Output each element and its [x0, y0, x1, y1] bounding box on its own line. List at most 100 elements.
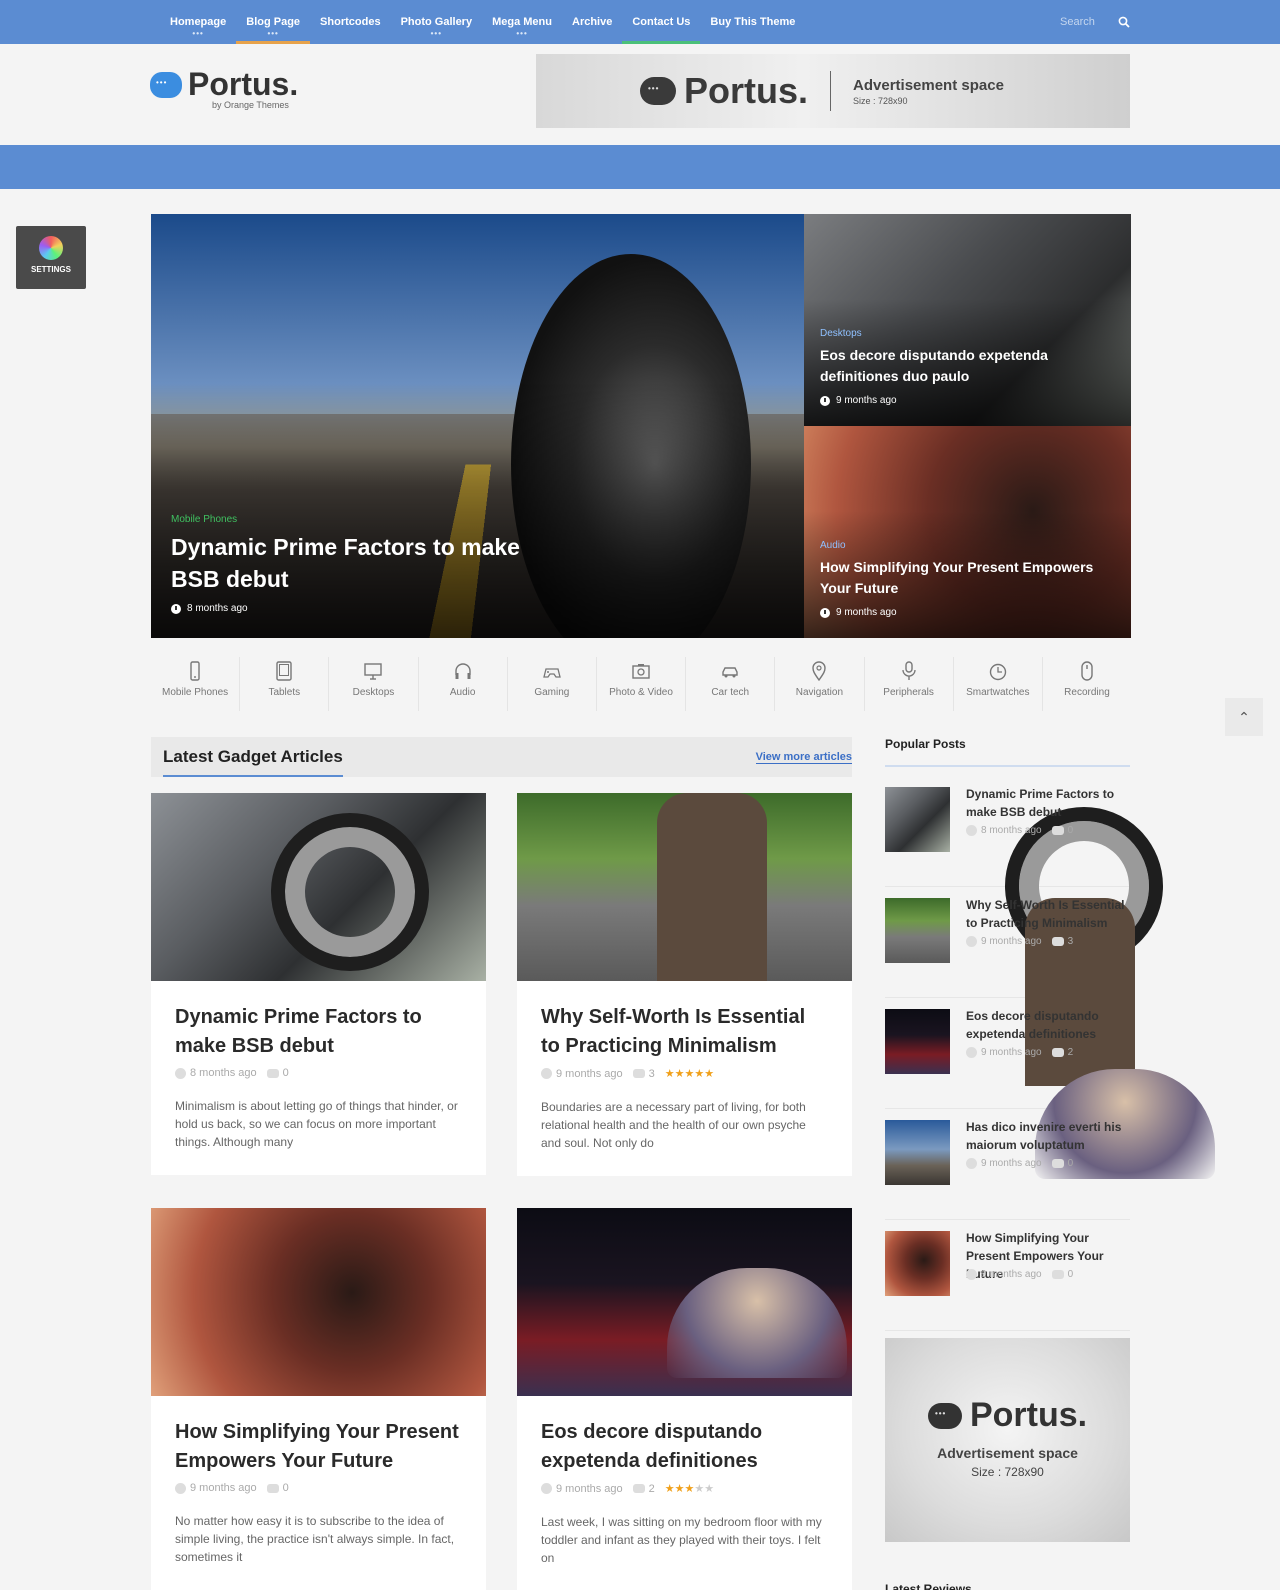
comment-icon — [1051, 1158, 1064, 1168]
post-meta: 8 months ago 0 — [966, 825, 1073, 836]
popular-post[interactable]: Why Self-Worth Is Essential to Practicin… — [885, 888, 1135, 1086]
search-input[interactable]: Search — [1060, 16, 1095, 28]
post-category[interactable]: Mobile Phones — [171, 514, 571, 525]
post-title[interactable]: Eos decore disputando expetenda definiti… — [966, 1007, 1130, 1043]
article-comments[interactable]: 2 — [632, 1483, 655, 1495]
article-card[interactable]: How Simplifying Your Present Empowers Yo… — [151, 1208, 486, 1590]
post-thumbnail[interactable] — [885, 1009, 1215, 1179]
category-navigation[interactable]: Navigation — [775, 657, 865, 711]
settings-button[interactable]: SETTINGS — [16, 226, 86, 289]
scroll-to-top-button[interactable]: ⌃ — [1225, 698, 1263, 736]
category-car-tech[interactable]: Car tech — [686, 657, 776, 711]
hero-main-post[interactable]: Mobile Phones Dynamic Prime Factors to m… — [151, 214, 804, 638]
post-title[interactable]: Has dico invenire everti his maiorum vol… — [966, 1118, 1130, 1154]
category-tablets[interactable]: Tablets — [240, 657, 330, 711]
article-card[interactable]: Why Self-Worth Is Essential to Practicin… — [517, 793, 852, 1176]
post-category[interactable]: Desktops — [820, 328, 1110, 339]
popular-posts-header: Popular Posts — [885, 735, 1130, 767]
search-box[interactable]: Search — [1060, 0, 1130, 44]
popular-post[interactable]: How Simplifying Your Present Empowers Yo… — [885, 1221, 1130, 1331]
category-audio[interactable]: Audio — [419, 657, 508, 711]
post-title[interactable]: How Simplifying Your Present Empowers Yo… — [820, 557, 1110, 599]
chat-bubble-icon — [927, 1402, 962, 1429]
popular-post[interactable]: Dynamic Prime Factors to make BSB debut … — [885, 777, 1163, 965]
clock-icon — [966, 1269, 977, 1280]
comment-count: 2 — [1067, 1047, 1074, 1059]
hero-side-post[interactable]: Desktops Eos decore disputando expetenda… — [804, 214, 1131, 426]
nav-item-homepage[interactable]: Homepage ••• — [160, 0, 236, 44]
post-thumbnail[interactable] — [885, 1231, 950, 1296]
article-comments[interactable]: 0 — [266, 1482, 289, 1494]
category-smartwatches[interactable]: Smartwatches — [954, 657, 1043, 711]
search-icon[interactable] — [1118, 16, 1130, 28]
latest-articles-header: Latest Gadget Articles View more article… — [151, 737, 852, 777]
header-advertisement[interactable]: Portus. Advertisement space Size : 728x9… — [536, 54, 1130, 128]
microphone-icon — [901, 661, 916, 680]
article-comments[interactable]: 0 — [266, 1067, 289, 1079]
article-title[interactable]: How Simplifying Your Present Empowers Yo… — [175, 1418, 462, 1476]
post-title[interactable]: Dynamic Prime Factors to make BSB debut — [966, 785, 1130, 821]
post-title[interactable]: Why Self-Worth Is Essential to Practicin… — [966, 896, 1130, 932]
nav-item-shortcodes[interactable]: Shortcodes — [310, 0, 391, 44]
desktop-icon — [364, 663, 383, 680]
category-desktops[interactable]: Desktops — [329, 657, 419, 711]
comment-count: 3 — [648, 1067, 655, 1080]
category-label: Smartwatches — [966, 687, 1030, 698]
article-excerpt: Minimalism is about letting go of things… — [175, 1099, 458, 1149]
post-thumbnail[interactable] — [885, 1120, 950, 1185]
article-image[interactable] — [517, 1208, 852, 1396]
rating-stars: ★★★★★ — [664, 1068, 715, 1080]
nav-item-archive[interactable]: Archive — [562, 0, 622, 44]
nav-label: Shortcodes — [320, 16, 381, 28]
article-image[interactable] — [517, 793, 852, 981]
nav-item-contact-us[interactable]: Contact Us — [622, 0, 701, 44]
ad-divider — [830, 71, 832, 111]
view-more-link[interactable]: View more articles — [755, 751, 852, 764]
nav-item-blog-page[interactable]: Blog Page ••• — [236, 0, 311, 44]
article-title[interactable]: Why Self-Worth Is Essential to Practicin… — [541, 1003, 828, 1061]
headphones-icon — [454, 663, 471, 679]
comment-count: 0 — [1067, 825, 1074, 837]
sidebar-advertisement[interactable]: Portus. Advertisement space Size : 728x9… — [885, 1338, 1130, 1542]
popular-post[interactable]: Has dico invenire everti his maiorum vol… — [885, 1110, 1130, 1220]
popular-post[interactable]: Eos decore disputando expetenda definiti… — [885, 999, 1215, 1179]
nav-item-photo-gallery[interactable]: Photo Gallery ••• — [391, 0, 483, 44]
article-image[interactable] — [151, 1208, 486, 1396]
time-text: 9 months ago — [556, 1482, 623, 1495]
article-time: 9 months ago — [175, 1482, 257, 1494]
post-thumbnail[interactable] — [885, 898, 1135, 1086]
post-title[interactable]: Dynamic Prime Factors to make BSB debut — [171, 531, 571, 595]
category-photo-video[interactable]: Photo & Video — [597, 657, 687, 711]
post-meta: 9 months ago 0 — [966, 1158, 1073, 1169]
article-card[interactable]: Dynamic Prime Factors to make BSB debut … — [151, 793, 486, 1175]
category-gaming[interactable]: Gaming — [508, 657, 597, 711]
article-comments[interactable]: 3 — [632, 1067, 655, 1080]
site-logo[interactable]: Portus. by Orange Themes — [150, 68, 298, 110]
nav-label: Contact Us — [632, 16, 691, 28]
hero-side-post[interactable]: Audio How Simplifying Your Present Empow… — [804, 426, 1131, 638]
ad-brand: Portus. — [969, 1396, 1088, 1434]
post-category[interactable]: Audio — [820, 540, 1110, 551]
category-label: Photo & Video — [609, 687, 673, 698]
category-peripherals[interactable]: Peripherals — [865, 657, 954, 711]
article-image[interactable] — [151, 793, 486, 981]
nav-label: Blog Page — [246, 16, 301, 28]
nav-item-mega-menu[interactable]: Mega Menu ••• — [482, 0, 562, 44]
clock-icon — [171, 603, 181, 614]
post-thumbnail[interactable] — [885, 787, 1163, 965]
article-card[interactable]: Eos decore disputando expetenda definiti… — [517, 1208, 852, 1590]
mouse-icon — [1081, 661, 1093, 681]
article-title[interactable]: Eos decore disputando expetenda definiti… — [541, 1418, 828, 1476]
category-mobile-phones[interactable]: Mobile Phones — [151, 657, 241, 711]
nav-item-buy-this-theme[interactable]: Buy This Theme — [700, 0, 805, 44]
time-text: 9 months ago — [981, 936, 1042, 948]
category-recording[interactable]: Recording — [1043, 657, 1131, 711]
post-meta: 9 months ago 2 — [966, 1047, 1073, 1058]
time-text: 9 months ago — [981, 1158, 1042, 1170]
comment-icon — [632, 1069, 645, 1079]
article-title[interactable]: Dynamic Prime Factors to make BSB debut — [175, 1003, 462, 1061]
category-label: Mobile Phones — [162, 687, 229, 698]
top-navigation: Homepage ••• Blog Page ••• Shortcodes Phot… — [0, 0, 1280, 44]
post-time: 8 months ago — [187, 603, 248, 614]
post-title[interactable]: Eos decore disputando expetenda definiti… — [820, 345, 1110, 387]
